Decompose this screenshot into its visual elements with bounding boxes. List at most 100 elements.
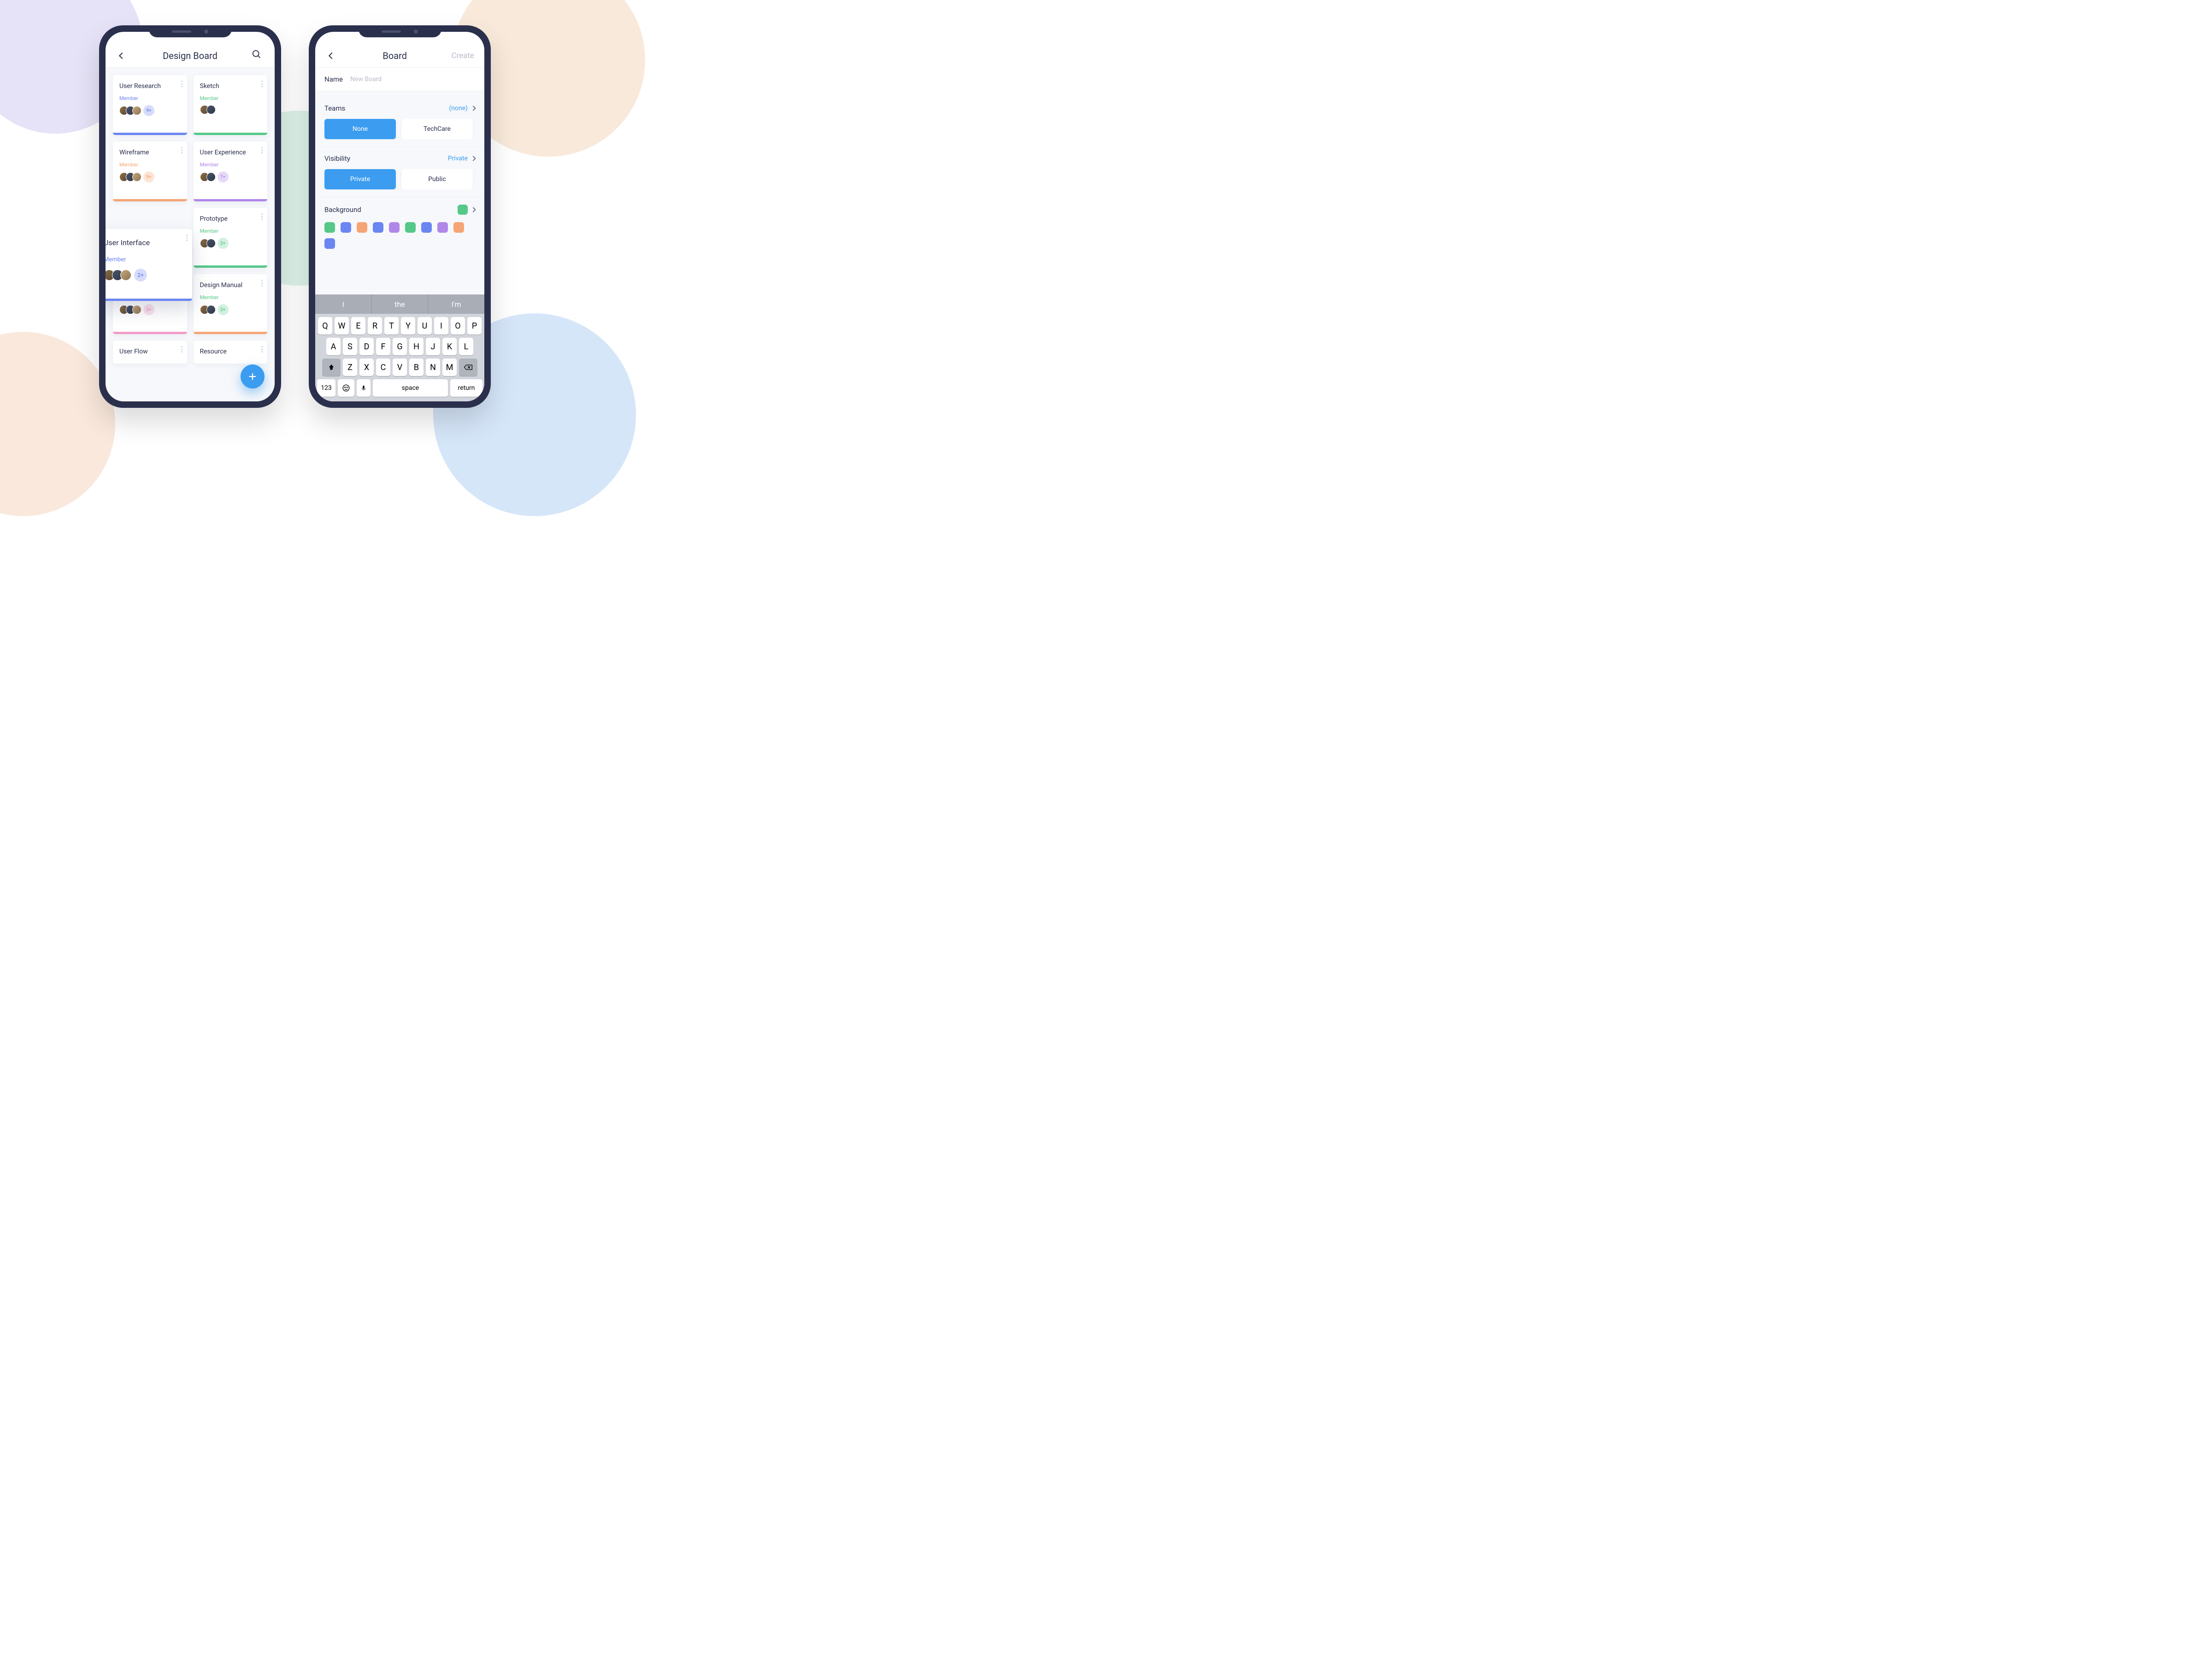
teams-value-button[interactable]: (none) (449, 105, 475, 112)
key-f[interactable]: F (376, 338, 390, 355)
board-card[interactable]: Sketch Member (194, 75, 268, 135)
key-n[interactable]: N (426, 359, 440, 376)
background-section: Background (315, 197, 484, 256)
color-swatch[interactable] (437, 222, 448, 233)
card-menu-button[interactable] (261, 147, 263, 153)
avatar-group: 2+ (200, 238, 261, 249)
add-board-fab[interactable] (241, 365, 265, 388)
board-card[interactable]: User Experience Member 7+ (194, 141, 268, 201)
key-o[interactable]: O (451, 317, 465, 335)
page-title: Board (382, 50, 407, 61)
key-r[interactable]: R (368, 317, 382, 335)
card-stripe (113, 332, 187, 334)
card-user-interface-float[interactable]: User Interface Member 2+ (106, 229, 192, 301)
key-z[interactable]: Z (343, 359, 357, 376)
key-d[interactable]: D (359, 338, 374, 355)
board-card[interactable]: Wireframe Member 9+ (113, 141, 187, 201)
key-c[interactable]: C (376, 359, 390, 376)
card-title: Wireframe (119, 149, 181, 156)
suggestion[interactable]: the (372, 294, 429, 314)
card-menu-button[interactable] (261, 213, 263, 220)
card-menu-button[interactable] (261, 346, 263, 353)
member-label: Member (200, 294, 261, 300)
color-swatch[interactable] (357, 222, 367, 233)
name-label: Name (324, 75, 343, 83)
key-b[interactable]: B (409, 359, 424, 376)
key-s[interactable]: S (343, 338, 357, 355)
card-title: User Flow (119, 348, 181, 355)
search-button[interactable] (252, 49, 265, 62)
backspace-key[interactable] (459, 359, 477, 376)
card-menu-button[interactable] (181, 147, 182, 153)
key-k[interactable]: K (442, 338, 457, 355)
teams-section: Teams (none) None TechCare Fr (315, 97, 484, 147)
key-a[interactable]: A (326, 338, 341, 355)
member-count-badge: 9+ (143, 171, 154, 182)
suggestion[interactable]: I'm (428, 294, 484, 314)
color-swatch[interactable] (405, 222, 416, 233)
card-menu-button[interactable] (261, 81, 263, 87)
color-swatch[interactable] (453, 222, 464, 233)
mic-key[interactable] (357, 379, 371, 397)
visibility-option-private[interactable]: Private (324, 169, 396, 189)
key-q[interactable]: Q (318, 317, 332, 335)
avatar (206, 305, 216, 314)
color-swatch[interactable] (341, 222, 351, 233)
color-swatch[interactable] (324, 222, 335, 233)
create-button[interactable]: Create (451, 51, 474, 60)
color-swatch[interactable] (421, 222, 432, 233)
card-menu-button[interactable] (186, 235, 188, 241)
return-key[interactable]: return (450, 379, 482, 397)
card-title: Resource (200, 348, 261, 355)
name-row[interactable]: Name New Board (315, 68, 484, 91)
suggestion[interactable]: I (315, 294, 372, 314)
key-l[interactable]: L (459, 338, 473, 355)
board-card[interactable]: Design Manual Member 2+ (194, 274, 268, 334)
board-card[interactable]: User Research Member 9+ (113, 75, 187, 135)
key-e[interactable]: E (351, 317, 365, 335)
back-button[interactable] (325, 49, 338, 62)
card-menu-button[interactable] (181, 81, 182, 87)
key-j[interactable]: J (426, 338, 440, 355)
key-g[interactable]: G (393, 338, 407, 355)
color-swatch[interactable] (324, 238, 335, 249)
team-option-techcare[interactable]: TechCare (401, 119, 473, 139)
key-p[interactable]: P (467, 317, 482, 335)
key-x[interactable]: X (359, 359, 374, 376)
phone-design-board: Design Board User Research Member 9+ Ske… (99, 25, 281, 408)
key-v[interactable]: V (393, 359, 407, 376)
numeric-key[interactable]: 123 (317, 379, 335, 397)
name-input[interactable]: New Board (350, 76, 382, 83)
background-value-button[interactable] (458, 205, 475, 215)
card-stripe (113, 199, 187, 201)
key-w[interactable]: W (335, 317, 349, 335)
visibility-label: Visibility (324, 154, 350, 163)
chevron-left-icon (119, 52, 125, 59)
chevron-right-icon (471, 106, 476, 111)
color-swatch[interactable] (373, 222, 383, 233)
team-option-none[interactable]: None (324, 119, 396, 139)
visibility-value: Private (448, 155, 468, 162)
emoji-key[interactable] (338, 379, 354, 397)
phone-board-form: Board Create Name New Board Teams (none)… (309, 25, 491, 408)
visibility-value-button[interactable]: Private (448, 155, 475, 162)
shift-key[interactable] (322, 359, 341, 376)
page-title: Design Board (163, 50, 218, 61)
card-menu-button[interactable] (261, 280, 263, 286)
board-card[interactable]: Prototype Member 2+ (194, 208, 268, 268)
key-h[interactable]: H (409, 338, 424, 355)
space-key[interactable]: space (373, 379, 448, 397)
key-t[interactable]: T (384, 317, 399, 335)
key-m[interactable]: M (442, 359, 457, 376)
board-card[interactable]: User Flow (113, 341, 187, 364)
avatar (206, 239, 216, 248)
board-card[interactable]: Resource (194, 341, 268, 364)
back-button[interactable] (116, 49, 129, 62)
card-menu-button[interactable] (181, 346, 182, 353)
emoji-icon (342, 384, 350, 392)
visibility-option-public[interactable]: Public (401, 169, 473, 189)
key-u[interactable]: U (418, 317, 432, 335)
key-y[interactable]: Y (401, 317, 415, 335)
key-i[interactable]: I (434, 317, 448, 335)
color-swatch[interactable] (389, 222, 400, 233)
